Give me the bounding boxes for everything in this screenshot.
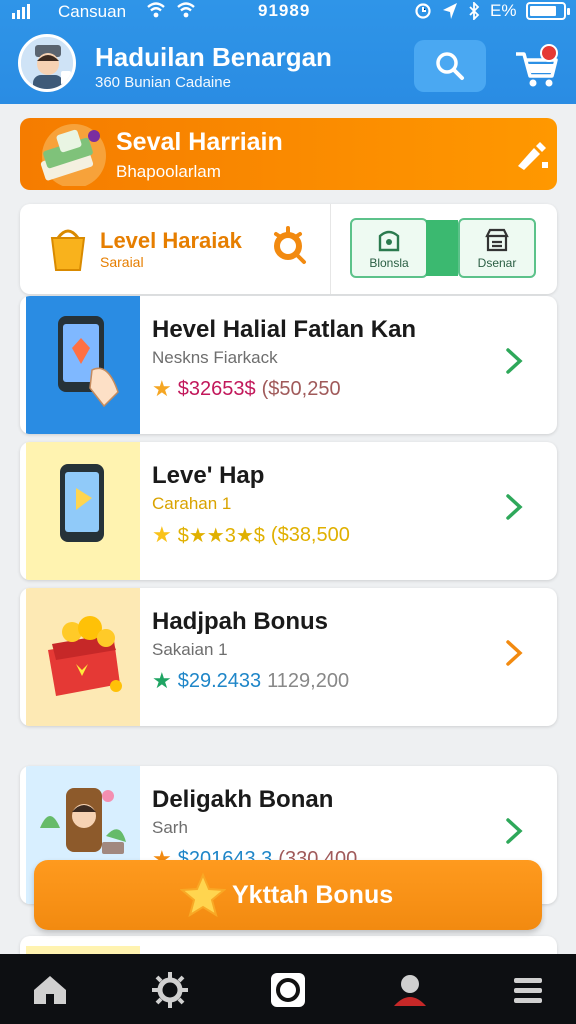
status-time: 91989: [258, 1, 311, 20]
item-alt-price: ($50,250: [261, 377, 341, 400]
item-price: $32653$: [177, 377, 256, 400]
daily-banner[interactable]: Seval Harriain Bhapoolarlam: [20, 118, 557, 190]
menu-icon[interactable]: [508, 970, 548, 1010]
bonus-button-label: Ykttah Bonus: [232, 881, 394, 909]
treasure-chest-icon: [26, 588, 140, 726]
banner-title: Seval Harriain: [116, 128, 283, 156]
location-icon: [443, 3, 457, 19]
segment-selected-indicator: [426, 220, 458, 276]
claim-bonus-button[interactable]: Ykttah Bonus: [34, 860, 542, 930]
bucket-icon: [50, 229, 86, 271]
app-subtitle: 360 Bunian Cadaine: [95, 74, 231, 91]
record-icon[interactable]: [268, 970, 308, 1010]
home-icon[interactable]: [30, 970, 70, 1010]
bluetooth-icon: [469, 2, 480, 20]
star-icon: [180, 872, 226, 918]
store-icon: [485, 228, 509, 252]
avatar[interactable]: [18, 34, 76, 92]
level-subtitle: Saraial: [100, 254, 144, 270]
list-item-partial: [20, 936, 557, 956]
app-header: Cansuan 91989 E% Haduilan Benargan 360 B…: [0, 0, 576, 104]
phone-tap-icon: [26, 296, 140, 434]
segment-label-b: Dsenar: [477, 256, 517, 270]
shop-icon: [378, 230, 400, 252]
item-subtitle: Carahan 1: [152, 494, 232, 513]
battery-icon: [526, 2, 571, 20]
gear-icon[interactable]: [150, 970, 190, 1010]
alarm-icon: [415, 3, 431, 19]
item-title: Hadjpah Bonus: [152, 608, 329, 635]
item-alt-price: ($38,500: [270, 523, 350, 546]
status-right-icons: E%: [414, 1, 571, 21]
item-subtitle: Neskns Fiarkack: [152, 348, 278, 367]
badge-icon[interactable]: [268, 226, 308, 266]
segment-label-a: Blonsla: [369, 256, 409, 270]
star-icon: ★: [152, 522, 172, 547]
chevron-right-icon[interactable]: [502, 816, 526, 846]
item-price: $29.2433: [177, 669, 262, 692]
item-title: Leve' Hap: [152, 462, 265, 489]
status-bar: Cansuan 91989 E%: [0, 0, 576, 24]
star-icon: ★: [152, 668, 172, 693]
price-row: ★ $★★3★$ ($38,500: [152, 522, 350, 548]
chevron-right-icon[interactable]: [502, 346, 526, 376]
segment-option-b[interactable]: Dsenar: [458, 218, 536, 278]
item-alt-price: 1129,200: [267, 669, 350, 692]
wifi-icon-secondary: [177, 2, 195, 18]
list-item[interactable]: Hadjpah Bonus Sakaian 1 ★ $29.2433 1129,…: [20, 588, 557, 726]
list-item[interactable]: Hevel Halial Fatlan Kan Neskns Fiarkack …: [20, 296, 557, 434]
cart-badge: [540, 44, 558, 62]
signal-icon: [12, 4, 30, 19]
search-icon: [436, 52, 464, 80]
carrier-name: Cansuan: [58, 2, 127, 21]
segment-option-a[interactable]: Blonsla: [350, 218, 428, 278]
gift-book-icon: [40, 124, 106, 186]
chevron-right-icon[interactable]: [502, 492, 526, 522]
price-row: ★ $32653$ ($50,250: [152, 376, 341, 402]
phone-icon: [26, 442, 140, 580]
profile-icon[interactable]: [390, 970, 430, 1010]
item-title: Deligakh Bonan: [152, 786, 334, 813]
banner-subtitle: Bhapoolarlam: [116, 162, 221, 181]
chevron-right-icon[interactable]: [502, 638, 526, 668]
level-card: Level Haraiak Saraial Blonsla Dsenar: [20, 204, 557, 294]
item-subtitle: Sakaian 1: [152, 640, 228, 659]
price-row: ★ $29.2433 1129,200: [152, 668, 349, 694]
wifi-icon: [147, 2, 165, 18]
edit-icon[interactable]: [512, 138, 552, 172]
battery-percent: E%: [490, 1, 517, 20]
divider: [330, 204, 331, 294]
item-price: $★★3★$: [177, 524, 265, 547]
app-title: Haduilan Benargan: [95, 42, 332, 72]
list-item[interactable]: Leve' Hap Carahan 1 ★ $★★3★$ ($38,500: [20, 442, 557, 580]
star-icon: ★: [152, 376, 172, 401]
bottom-nav: [0, 954, 576, 1024]
level-title: Level Haraiak: [100, 228, 242, 253]
item-title: Hevel Halial Fatlan Kan: [152, 316, 417, 343]
search-button[interactable]: [414, 40, 486, 92]
item-subtitle: Sarh: [152, 818, 188, 837]
